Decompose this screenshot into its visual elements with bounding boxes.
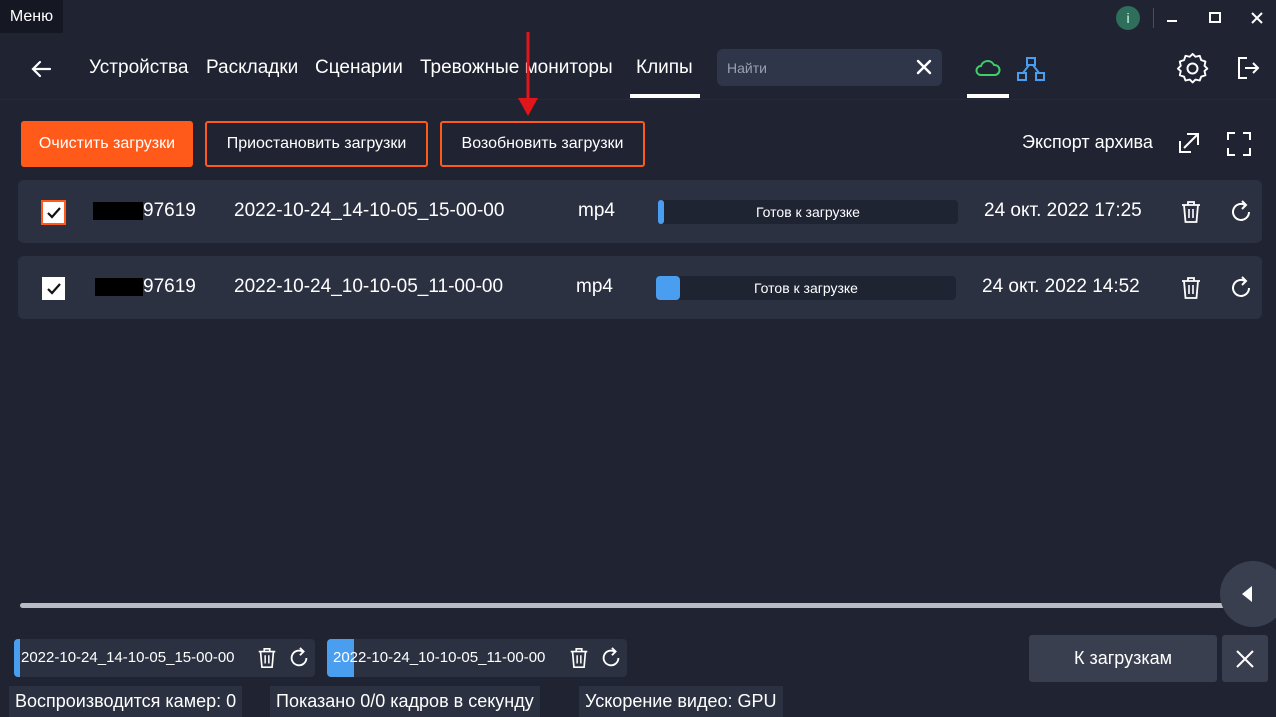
trash-icon [258, 647, 276, 669]
logout-icon [1238, 57, 1260, 79]
clip-date: 24 окт. 2022 14:52 [982, 276, 1140, 297]
logout-button[interactable] [1234, 54, 1262, 82]
trash-icon [1182, 201, 1200, 223]
close-panel-button[interactable] [1222, 635, 1268, 682]
clip-device: 97619 [143, 200, 196, 221]
queue-chip-label: 2022-10-24_14-10-05_15-00-00 [21, 649, 235, 666]
annotation-arrow-icon [518, 32, 538, 116]
network-tab[interactable] [1016, 54, 1046, 84]
trash-icon [570, 647, 588, 669]
refresh-icon [602, 647, 620, 667]
maximize-icon [1209, 12, 1221, 23]
close-icon [1251, 12, 1263, 24]
queue-progress-fill [14, 639, 21, 677]
close-icon [1236, 649, 1254, 668]
clip-row: 97619 2022-10-24_10-10-05_11-00-00 mp4 Г… [18, 256, 1262, 319]
menu-button[interactable]: Меню [0, 0, 63, 33]
minimize-icon [1167, 20, 1177, 22]
clip-name: 2022-10-24_10-10-05_11-00-00 [234, 276, 504, 297]
minimize-button[interactable] [1158, 4, 1186, 32]
queue-delete-button[interactable] [567, 646, 591, 670]
search-box [717, 49, 942, 86]
side-panel-toggle[interactable] [1220, 561, 1276, 627]
delete-clip-button[interactable] [1178, 275, 1204, 301]
redaction-block [95, 278, 143, 296]
fullscreen-button[interactable] [1226, 131, 1252, 157]
clip-progress-bar: Готов к загрузке [656, 276, 956, 300]
maximize-button[interactable] [1201, 4, 1229, 32]
search-clear-button[interactable] [914, 57, 934, 77]
nav-item-clips[interactable]: Клипы [636, 57, 693, 79]
queue-chip[interactable]: 2022-10-24_14-10-05_15-00-00 [14, 639, 315, 677]
retry-clip-button[interactable] [1228, 199, 1254, 225]
status-fps: Показано 0/0 кадров в секунду [270, 686, 540, 717]
cloud-tab[interactable] [973, 54, 1003, 84]
search-input[interactable] [727, 49, 912, 86]
cloud-icon [975, 60, 1001, 76]
status-cameras: Воспроизводится камер: 0 [9, 686, 243, 717]
retry-clip-button[interactable] [1228, 275, 1254, 301]
export-archive-button[interactable] [1177, 131, 1201, 155]
queue-delete-button[interactable] [255, 646, 279, 670]
clip-checkbox[interactable] [41, 200, 66, 225]
resume-downloads-button[interactable]: Возобновить загрузки [440, 121, 645, 167]
clip-row: 97619 2022-10-24_14-10-05_15-00-00 mp4 Г… [18, 180, 1262, 243]
export-archive-label[interactable]: Экспорт архива [1022, 132, 1153, 153]
export-icon [1179, 133, 1199, 153]
redaction-block [93, 202, 143, 220]
clip-format: mp4 [576, 276, 613, 297]
checkmark-icon [46, 206, 61, 219]
back-button[interactable] [26, 54, 56, 84]
to-downloads-button[interactable]: К загрузкам [1029, 635, 1217, 682]
trash-icon [1182, 277, 1200, 299]
fullscreen-icon [1227, 132, 1251, 156]
nav-item-layouts[interactable]: Раскладки [206, 57, 298, 79]
queue-retry-button[interactable] [287, 646, 311, 670]
checkmark-icon [46, 282, 61, 295]
refresh-icon [290, 647, 308, 667]
header-divider [0, 99, 1276, 100]
clear-downloads-button[interactable]: Очистить загрузки [21, 121, 193, 167]
delete-clip-button[interactable] [1178, 199, 1204, 225]
info-icon[interactable]: i [1116, 6, 1140, 30]
clip-device: 97619 [143, 276, 196, 297]
refresh-icon [1232, 276, 1250, 297]
nav-item-devices[interactable]: Устройства [89, 57, 188, 79]
queue-chip[interactable]: 2022-10-24_10-10-05_11-00-00 [327, 639, 627, 677]
chevron-left-icon [1242, 586, 1252, 602]
network-icon [1017, 57, 1045, 81]
clip-checkbox[interactable] [42, 277, 65, 300]
close-icon [916, 59, 932, 75]
pause-downloads-button[interactable]: Приостановить загрузки [205, 121, 428, 167]
nav-item-scenarios[interactable]: Сценарии [315, 57, 403, 79]
titlebar-divider [1153, 8, 1154, 28]
window-close-button[interactable] [1243, 4, 1271, 32]
status-acceleration: Ускорение видео: GPU [579, 686, 783, 717]
horizontal-scrollbar[interactable] [20, 603, 1230, 608]
queue-retry-button[interactable] [599, 646, 623, 670]
back-arrow-icon [31, 60, 52, 78]
clip-date: 24 окт. 2022 17:25 [984, 200, 1142, 221]
clip-status: Готов к загрузке [754, 280, 858, 296]
settings-button[interactable] [1176, 52, 1209, 85]
clip-status: Готов к загрузке [756, 204, 860, 220]
clip-progress-bar: Готов к загрузке [658, 200, 958, 224]
nav-active-indicator [630, 94, 700, 98]
queue-chip-label: 2022-10-24_10-10-05_11-00-00 [333, 649, 546, 666]
clip-format: mp4 [578, 200, 615, 221]
gear-icon [1176, 52, 1209, 84]
refresh-icon [1232, 200, 1250, 221]
clip-name: 2022-10-24_14-10-05_15-00-00 [234, 200, 505, 221]
cloud-tab-indicator [967, 94, 1009, 98]
